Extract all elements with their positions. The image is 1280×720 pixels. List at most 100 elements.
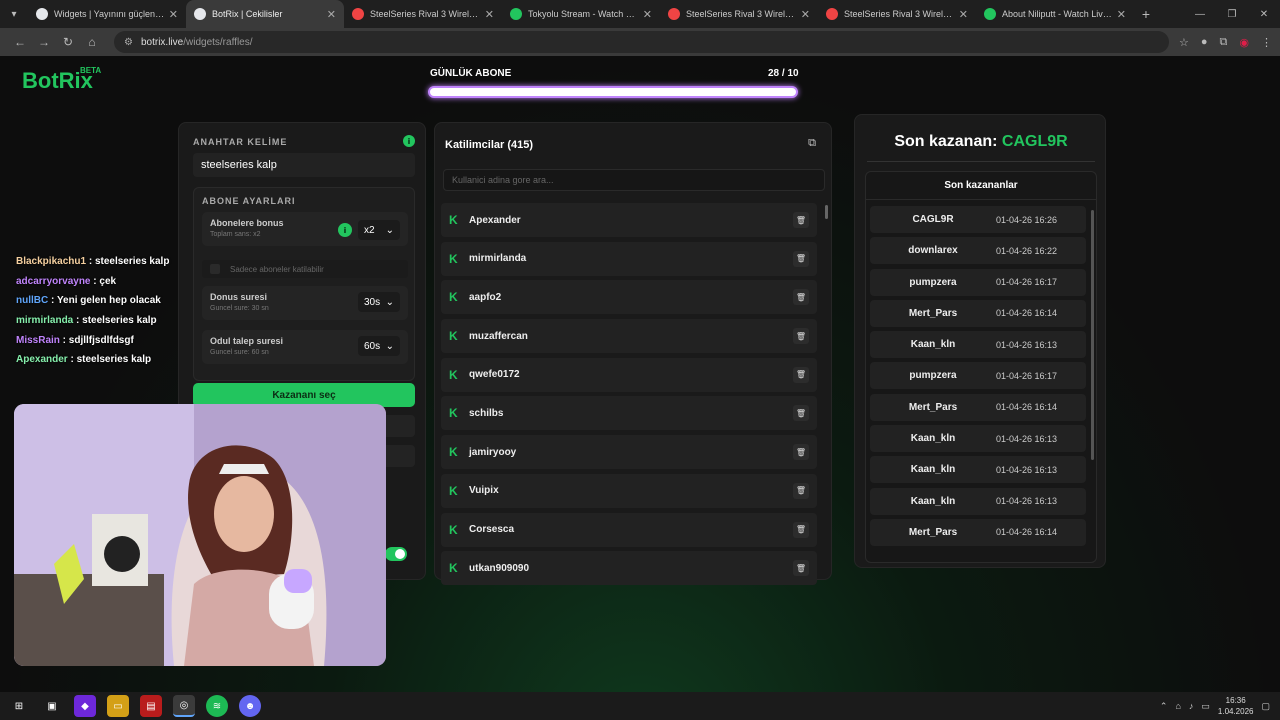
- trash-icon[interactable]: 🗑: [793, 366, 809, 383]
- chat-username: Blackpikachu1: [16, 256, 87, 267]
- notifications-icon[interactable]: ▢: [1261, 701, 1270, 712]
- copy-icon[interactable]: ⧉: [803, 137, 821, 155]
- participant-list: K Apexander 🗑 Kmirmirlanda 🗑 Kaapfo2 🗑 Kmuzaffe…: [441, 203, 817, 590]
- winner-date: 01-04-26 16:13: [996, 433, 1058, 444]
- sub-bonus-row: Abonelere bonus Toplam sans: x2 i x2 ⌄: [202, 212, 408, 246]
- minimize-icon[interactable]: —: [1184, 0, 1216, 28]
- participant-item: Kmuzaffercan 🗑: [441, 319, 817, 354]
- profile-avatar-icon[interactable]: ◉: [1239, 36, 1249, 49]
- extensions-puzzle-icon[interactable]: ⧉: [1220, 36, 1228, 49]
- tab-close-icon[interactable]: ✕: [169, 8, 178, 21]
- bonus-info-icon[interactable]: i: [338, 223, 352, 237]
- chrome-icon[interactable]: ◎: [173, 695, 195, 717]
- botrix-logo[interactable]: BotRix BETA: [22, 66, 101, 94]
- only-subs-checkbox[interactable]: [210, 264, 220, 274]
- spotify-icon[interactable]: ≋: [206, 695, 228, 717]
- participant-search-input[interactable]: Kullanici adina gore ara...: [443, 169, 825, 191]
- trash-icon[interactable]: 🗑: [793, 289, 809, 306]
- restore-icon[interactable]: ❐: [1216, 0, 1248, 28]
- discord-icon[interactable]: ☻: [239, 695, 261, 717]
- clock[interactable]: 16:36 1.04.2026: [1218, 695, 1254, 717]
- taskbar: ⊞ ▣ ◆ ▭ ▤ ◎ ≋ ☻ ⌃ ⌂ ♪ ▭ 16:36 1.04.2026 …: [0, 692, 1280, 720]
- winner-date: 01-04-26 16:22: [996, 245, 1058, 256]
- trash-icon[interactable]: 🗑: [793, 212, 809, 228]
- tab-title: SteelSeries Rival 3 Wireless Gen: [686, 9, 797, 19]
- winner-name: pumpzera: [909, 370, 957, 382]
- url-field[interactable]: ⚙ botrix.live/widgets/raffles/: [114, 31, 1169, 53]
- winner-item: Kaan_kln 01-04-26 16:13: [870, 487, 1086, 515]
- participant-name: muzaffercan: [469, 330, 528, 342]
- tab-close-icon[interactable]: ✕: [959, 8, 968, 21]
- browser-tab[interactable]: SteelSeries Rival 3 Wireless Gen ✕: [660, 0, 818, 28]
- trash-icon[interactable]: 🗑: [793, 482, 809, 499]
- back-icon[interactable]: ←: [8, 35, 32, 49]
- chat-message: Apexander : steelseries kalp: [16, 354, 152, 366]
- browser-tab[interactable]: SteelSeries Rival 3 Wireless Gen ✕: [344, 0, 502, 28]
- extension-icon[interactable]: ●: [1201, 36, 1208, 49]
- trash-icon[interactable]: 🗑: [793, 405, 809, 422]
- winner-item: pumpzera 01-04-26 16:17: [870, 268, 1086, 296]
- kick-icon: K: [449, 483, 458, 498]
- participant-item: Kjamiryooy 🗑: [441, 435, 817, 470]
- winner-date: 01-04-26 16:26: [996, 214, 1058, 225]
- tab-close-icon[interactable]: ✕: [485, 8, 494, 21]
- windows-start-icon[interactable]: ⊞: [8, 695, 30, 717]
- tab-search-icon[interactable]: ▾: [0, 0, 28, 28]
- claim-duration-select[interactable]: 60s ⌄: [358, 336, 400, 356]
- copilot-icon[interactable]: ◆: [74, 695, 96, 717]
- spin-duration-select[interactable]: 30s ⌄: [358, 292, 400, 312]
- keyword-input[interactable]: steelseries kalp: [193, 153, 415, 177]
- file-explorer-icon[interactable]: ▭: [107, 695, 129, 717]
- browser-tab[interactable]: Tokyolu Stream - Watch Live on ✕: [502, 0, 660, 28]
- network-icon[interactable]: ⌂: [1175, 701, 1180, 711]
- trash-icon[interactable]: 🗑: [793, 250, 809, 267]
- tab-close-icon[interactable]: ✕: [1117, 8, 1126, 21]
- home-icon[interactable]: ⌂: [80, 35, 104, 49]
- trash-icon[interactable]: 🗑: [793, 444, 809, 461]
- battery-icon[interactable]: ▭: [1201, 701, 1210, 712]
- new-tab-button[interactable]: +: [1134, 6, 1158, 22]
- forward-icon[interactable]: →: [32, 35, 56, 49]
- tab-close-icon[interactable]: ✕: [327, 8, 336, 21]
- browser-tab[interactable]: Widgets | Yayınını güçlendirmek ✕: [28, 0, 186, 28]
- site-info-icon[interactable]: ⚙: [124, 37, 133, 48]
- tab-close-icon[interactable]: ✕: [801, 8, 810, 21]
- system-tray: ⌃ ⌂ ♪ ▭ 16:36 1.04.2026 ▢: [1160, 692, 1270, 720]
- tray-chevron-icon[interactable]: ⌃: [1160, 701, 1168, 712]
- webcam-image: [14, 404, 386, 666]
- browser-tab[interactable]: SteelSeries Rival 3 Wireless Gen ✕: [818, 0, 976, 28]
- volume-icon[interactable]: ♪: [1189, 701, 1194, 711]
- participant-scrollbar[interactable]: [825, 205, 828, 219]
- tab-title: Widgets | Yayınını güçlendirmek: [54, 9, 165, 19]
- trash-icon[interactable]: 🗑: [793, 560, 809, 577]
- app-icon[interactable]: ▤: [140, 695, 162, 717]
- chat-text: çek: [99, 275, 117, 287]
- close-window-icon[interactable]: ✕: [1248, 0, 1280, 28]
- bonus-select[interactable]: x2 ⌄: [358, 220, 400, 240]
- winner-name: pumpzera: [909, 276, 957, 288]
- toggle-switch[interactable]: [385, 547, 407, 561]
- only-subs-checkbox-row[interactable]: Sadece aboneler katilabilir: [202, 260, 408, 278]
- participant-name: Vuipix: [469, 485, 499, 497]
- claim-select-value: 60s: [364, 340, 381, 352]
- tab-close-icon[interactable]: ✕: [643, 8, 652, 21]
- tab-favicon-icon: [668, 8, 680, 20]
- task-view-icon[interactable]: ▣: [41, 695, 63, 717]
- browser-tab[interactable]: BotRix | Cekilisler ✕: [186, 0, 344, 28]
- info-icon[interactable]: i: [403, 135, 415, 147]
- reload-icon[interactable]: ↻: [56, 35, 80, 49]
- divider: [867, 161, 1095, 162]
- trash-icon[interactable]: 🗑: [793, 521, 809, 538]
- winner-item: CAGL9R 01-04-26 16:26: [870, 206, 1086, 233]
- winner-item: Kaan_kln 01-04-26 16:13: [870, 425, 1086, 453]
- participant-name: Apexander: [469, 214, 521, 226]
- bookmark-star-icon[interactable]: ☆: [1179, 36, 1189, 49]
- url-host: botrix.live: [140, 36, 184, 48]
- winner-date: 01-04-26 16:14: [996, 527, 1058, 538]
- winners-scrollbar[interactable]: [1091, 210, 1094, 460]
- browser-menu-icon[interactable]: ⋮: [1261, 36, 1272, 49]
- chat-text: Yeni gelen hep olacak: [56, 295, 161, 307]
- trash-icon[interactable]: 🗑: [793, 328, 809, 345]
- browser-tab[interactable]: About Niliputt - Watch Live on ✕: [976, 0, 1134, 28]
- kick-icon: K: [449, 367, 458, 382]
